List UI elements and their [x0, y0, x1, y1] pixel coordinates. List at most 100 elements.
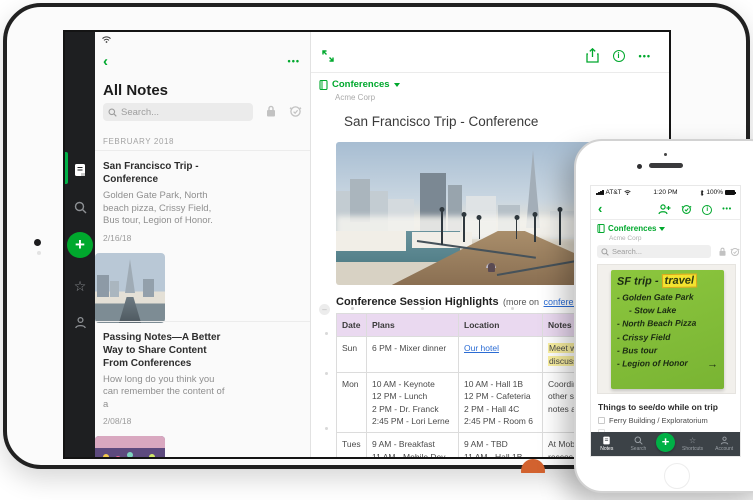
back-button[interactable]: ‹	[103, 54, 108, 69]
postit-title: SF trip - travel	[617, 274, 718, 288]
arrow-right-icon: →	[707, 356, 718, 373]
new-note-button[interactable]	[67, 232, 93, 258]
notebook-name: Conferences	[608, 224, 656, 233]
cell-location: 10 AM - Hall 1B 12 PM - Cafeteria 2 PM -…	[459, 372, 543, 432]
postit-note: SF trip - travel - Golden Gate Park - St…	[611, 270, 724, 389]
postit-line: - Crissy Field	[617, 330, 718, 344]
reminder-icon[interactable]	[730, 247, 740, 257]
tab-account[interactable]: Account	[710, 436, 738, 452]
note-more-button[interactable]: •••	[639, 51, 651, 61]
cell-plans: 9 AM - Breakfast 11 AM - Mobile Dev 12 P…	[367, 433, 459, 457]
checklist-label: Ferry Building / Exploratorium	[609, 416, 708, 425]
cell-location: 9 AM - TBD 11 AM - Hall 1B 12PM - Skip's…	[459, 433, 543, 457]
notes-list-pane: ‹ ••• All Notes Search... FEBRUARY 2018 …	[95, 32, 311, 457]
back-button[interactable]: ‹	[598, 202, 602, 215]
note-body-heading: Things to see/do while on trip	[598, 402, 718, 412]
iphone-sensor	[664, 153, 667, 156]
star-icon: ☆	[689, 437, 696, 445]
search-icon	[108, 108, 117, 117]
postit-line: - Bus tour	[617, 343, 718, 357]
tab-shortcuts[interactable]: ☆ Shortcuts	[679, 437, 707, 452]
iphone-home-button[interactable]	[664, 463, 690, 489]
carrier-label: AT&T	[606, 189, 622, 196]
wifi-icon	[102, 36, 111, 43]
notebook-selector[interactable]: Conferences	[319, 79, 400, 90]
notes-icon	[73, 163, 87, 177]
notebook-name: Conferences	[332, 79, 390, 90]
notes-icon	[602, 436, 611, 445]
list-more-button[interactable]: •••	[288, 56, 300, 66]
info-icon[interactable]	[613, 50, 625, 62]
iphone-camera	[637, 164, 642, 169]
checklist-item[interactable]: Ferry Building / Exploratorium	[598, 416, 708, 425]
note-thumbnail-stickers	[95, 436, 165, 457]
iphone-toolbar: ‹ •••	[591, 199, 740, 220]
status-bar: AT&T 1:20 PM 100%	[591, 186, 740, 199]
notebook-icon	[319, 80, 328, 90]
note-snippet: Golden Gate Park, North beach pizza, Cri…	[103, 190, 227, 228]
search-icon	[634, 436, 643, 445]
app-nav-rail: ☆	[65, 32, 95, 457]
sidebar-item-notes[interactable]	[65, 163, 95, 177]
date-section-label: FEBRUARY 2018	[103, 137, 174, 146]
col-header: Plans	[367, 314, 459, 337]
star-icon: ☆	[74, 278, 87, 295]
notebook-selector[interactable]: Conferences	[597, 224, 665, 233]
account-icon	[720, 436, 729, 445]
cell-location: Our hotel	[459, 337, 543, 373]
share-icon[interactable]	[586, 48, 599, 63]
list-title: All Notes	[103, 82, 168, 99]
checkbox-icon[interactable]	[598, 417, 605, 424]
notebook-icon	[597, 224, 605, 233]
clock-label: 1:20 PM	[653, 189, 677, 196]
cell-date: Tues	[337, 433, 367, 457]
search-icon	[601, 248, 609, 256]
tab-bar: Notes Search ☆ Shortcuts Account	[591, 432, 740, 456]
tab-notes[interactable]: Notes	[593, 436, 621, 452]
ipad-camera	[34, 239, 41, 246]
postit-line: - North Beach Pizza	[617, 317, 718, 331]
sidebar-item-search[interactable]	[65, 201, 95, 214]
iphone-earpiece	[649, 163, 683, 168]
search-icon	[74, 201, 87, 214]
sticky-note-photo[interactable]: SF trip - travel - Golden Gate Park - St…	[597, 264, 736, 394]
note-list-item[interactable]: Passing Notes—A Better Way to Share Cont…	[95, 321, 311, 457]
search-placeholder: Search...	[612, 247, 642, 256]
chevron-down-icon	[394, 83, 400, 87]
sidebar-item-shortcuts[interactable]: ☆	[65, 278, 95, 295]
notebook-stack: Acme Corp	[335, 93, 375, 102]
col-header: Date	[337, 314, 367, 337]
search-input[interactable]: Search...	[103, 103, 253, 121]
new-note-button[interactable]	[656, 433, 675, 452]
lock-icon[interactable]	[718, 247, 727, 257]
search-placeholder: Search...	[121, 107, 159, 118]
iphone-device: AT&T 1:20 PM 100% ‹ •••	[574, 139, 753, 493]
orange-dot-decoration	[521, 459, 547, 473]
reminder-icon[interactable]	[289, 105, 302, 118]
collapse-icon[interactable]	[322, 50, 334, 62]
note-thumbnail-sf	[95, 253, 165, 323]
toolbar-divider	[311, 72, 669, 73]
note-title[interactable]: San Francisco Trip - Conference	[344, 114, 538, 129]
reminder-icon[interactable]	[681, 204, 692, 215]
table-handle[interactable]	[319, 304, 330, 315]
cell-plans: 6 PM - Mixer dinner	[367, 337, 459, 373]
account-icon	[74, 316, 87, 329]
chevron-down-icon	[659, 227, 665, 231]
note-date: 2/08/18	[103, 416, 303, 426]
cell-plans: 10 AM - Keynote 12 PM - Lunch 2 PM - Dr.…	[367, 372, 459, 432]
note-list-item[interactable]: San Francisco Trip - Conference Golden G…	[95, 150, 311, 321]
info-icon[interactable]	[702, 205, 712, 215]
our-hotel-link[interactable]: Our hotel	[464, 343, 499, 353]
note-snippet: How long do you think you can remember t…	[103, 374, 227, 412]
ipad-sensor	[37, 251, 41, 255]
tab-search[interactable]: Search	[624, 436, 652, 452]
section-heading: Conference Session Highlights	[336, 296, 499, 308]
more-button[interactable]: •••	[722, 206, 732, 213]
search-input[interactable]: Search...	[597, 245, 711, 258]
lock-icon[interactable]	[265, 105, 277, 118]
col-header: Location	[459, 314, 543, 337]
share-contact-icon[interactable]	[658, 204, 671, 215]
section-heading-suffix: (more on	[503, 297, 539, 307]
sidebar-item-account[interactable]	[65, 316, 95, 329]
